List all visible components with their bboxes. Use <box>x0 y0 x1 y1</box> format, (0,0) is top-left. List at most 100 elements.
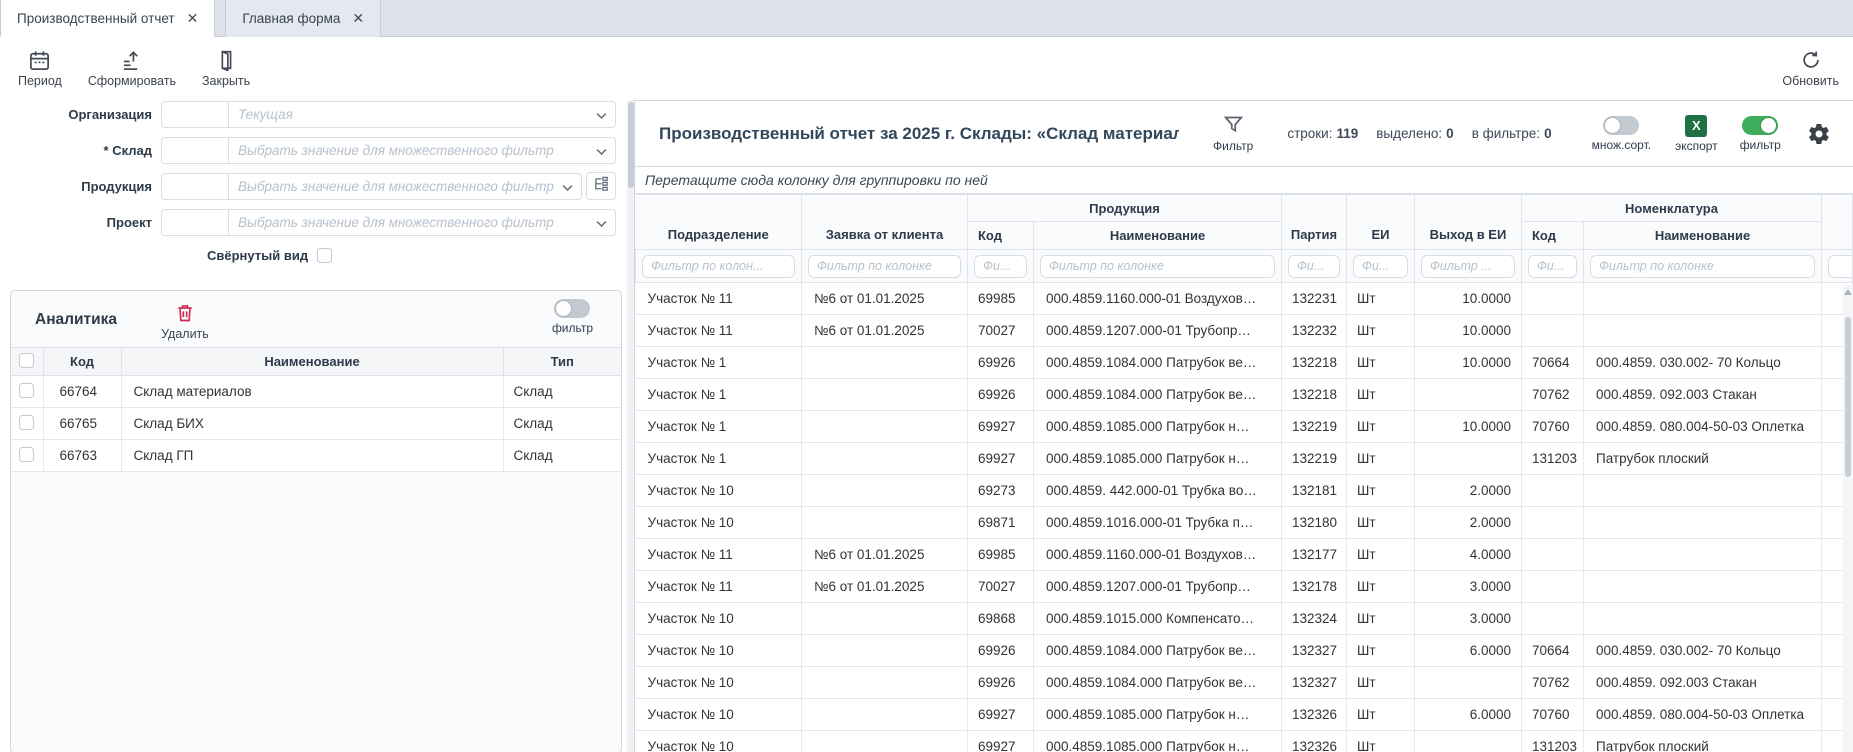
cell[interactable]: Участок № 10 <box>636 635 802 667</box>
cell[interactable]: 132219 <box>1282 411 1347 443</box>
cell[interactable]: Участок № 1 <box>636 443 802 475</box>
warehouse-input[interactable] <box>229 138 615 163</box>
table-row[interactable]: Участок № 1069868000.4859.1015.000 Компе… <box>636 603 1853 635</box>
cell[interactable]: Патрубок плоский <box>1584 731 1822 752</box>
cell[interactable]: 69926 <box>968 635 1034 667</box>
chevron-down-icon[interactable] <box>560 180 575 195</box>
cell[interactable]: 132219 <box>1282 443 1347 475</box>
cell[interactable]: Шт <box>1347 603 1415 635</box>
cell[interactable]: 000.4859. 092.003 Стакан <box>1584 667 1822 699</box>
analytics-col-code[interactable]: Код <box>43 348 121 376</box>
col-product-code[interactable]: Код <box>968 222 1034 250</box>
cell[interactable] <box>802 379 968 411</box>
cell[interactable]: 6.0000 <box>1415 635 1522 667</box>
cell[interactable]: Склад материалов <box>121 376 503 408</box>
col-product-name[interactable]: Наименование <box>1034 222 1282 250</box>
cell[interactable]: 3.0000 <box>1415 571 1522 603</box>
export-button[interactable]: X экспорт <box>1675 115 1718 153</box>
cell[interactable]: 000.4859.1016.000-01 Трубка п… <box>1034 507 1282 539</box>
cell[interactable] <box>1522 603 1584 635</box>
cell[interactable] <box>1584 283 1822 315</box>
cell[interactable]: Шт <box>1347 571 1415 603</box>
project-input[interactable] <box>229 210 615 235</box>
cell[interactable]: 69927 <box>968 699 1034 731</box>
cell[interactable]: 132324 <box>1282 603 1347 635</box>
multisort-toggle[interactable] <box>1603 116 1639 135</box>
filter-input-unit[interactable] <box>1353 255 1408 278</box>
close-icon[interactable]: ✕ <box>187 10 199 27</box>
col-client-request[interactable]: Заявка от клиента <box>802 195 968 250</box>
analytics-col-name[interactable]: Наименование <box>121 348 503 376</box>
table-row[interactable]: Участок № 169926000.4859.1084.000 Патруб… <box>636 347 1853 379</box>
cell[interactable]: Участок № 11 <box>636 283 802 315</box>
cell[interactable]: Склад <box>503 408 621 440</box>
cell[interactable]: 000.4859.1084.000 Патрубок ве… <box>1034 379 1282 411</box>
cell[interactable]: 70027 <box>968 315 1034 347</box>
cell[interactable] <box>1415 443 1522 475</box>
cell[interactable]: 70762 <box>1522 379 1584 411</box>
cell[interactable]: Шт <box>1347 443 1415 475</box>
col-nomenclature-name[interactable]: Наименование <box>1584 222 1822 250</box>
cell[interactable]: 66765 <box>43 408 121 440</box>
warehouse-combobox[interactable] <box>229 137 616 164</box>
tab-production-report[interactable]: Производственный отчет ✕ <box>0 0 215 37</box>
cell[interactable]: 70664 <box>1522 347 1584 379</box>
cell[interactable]: 000.4859.1085.000 Патрубок н… <box>1034 411 1282 443</box>
cell[interactable]: Участок № 11 <box>636 315 802 347</box>
generate-button[interactable]: Сформировать <box>88 48 176 88</box>
cell[interactable] <box>802 667 968 699</box>
col-output[interactable]: Выход в ЕИ <box>1415 195 1522 250</box>
period-button[interactable]: Период <box>18 48 62 88</box>
cell[interactable]: 131203 <box>1522 443 1584 475</box>
cell[interactable]: №6 от 01.01.2025 <box>802 283 968 315</box>
col-batch[interactable]: Партия <box>1282 195 1347 250</box>
cell[interactable]: 132326 <box>1282 699 1347 731</box>
table-row[interactable]: Участок № 1069273000.4859. 442.000-01 Тр… <box>636 475 1853 507</box>
table-row[interactable]: Участок № 11№6 от 01.01.202569985000.485… <box>636 539 1853 571</box>
cell[interactable]: 69985 <box>968 539 1034 571</box>
analytics-row[interactable]: 66765Склад БИХСклад <box>11 408 621 440</box>
cell[interactable]: 69926 <box>968 667 1034 699</box>
organization-combobox[interactable] <box>229 101 616 128</box>
refresh-button[interactable]: Обновить <box>1782 48 1839 88</box>
cell[interactable]: 70664 <box>1522 635 1584 667</box>
row-checkbox[interactable] <box>19 383 34 398</box>
cell[interactable]: Шт <box>1347 475 1415 507</box>
table-row[interactable]: Участок № 169927000.4859.1085.000 Патруб… <box>636 443 1853 475</box>
cell[interactable]: 70760 <box>1522 699 1584 731</box>
cell[interactable]: 000.4859.1207.000-01 Трубопр… <box>1034 315 1282 347</box>
cell[interactable]: 69871 <box>968 507 1034 539</box>
filter-input-batch[interactable] <box>1288 255 1340 278</box>
collapsed-view-checkbox[interactable] <box>317 248 332 263</box>
cell[interactable]: Участок № 11 <box>636 539 802 571</box>
cell[interactable]: 132327 <box>1282 667 1347 699</box>
analytics-row[interactable]: 66763Склад ГПСклад <box>11 440 621 472</box>
table-row[interactable]: Участок № 1069926000.4859.1084.000 Патру… <box>636 667 1853 699</box>
cell[interactable] <box>1522 315 1584 347</box>
cell[interactable] <box>802 443 968 475</box>
cell[interactable]: 69927 <box>968 731 1034 752</box>
cell[interactable]: 131203 <box>1522 731 1584 752</box>
cell[interactable]: Шт <box>1347 315 1415 347</box>
cell[interactable]: 132326 <box>1282 731 1347 752</box>
cell[interactable]: 132218 <box>1282 347 1347 379</box>
cell[interactable] <box>802 507 968 539</box>
filter-input-output[interactable] <box>1421 255 1515 278</box>
cell[interactable] <box>802 411 968 443</box>
cell[interactable]: Участок № 10 <box>636 475 802 507</box>
scroll-up-icon[interactable] <box>1844 289 1852 295</box>
cell[interactable]: Шт <box>1347 635 1415 667</box>
cell[interactable]: 000.4859. 030.002- 70 Кольцо <box>1584 347 1822 379</box>
table-row[interactable]: Участок № 1069927000.4859.1085.000 Патру… <box>636 731 1853 752</box>
cell[interactable]: 69273 <box>968 475 1034 507</box>
filter-toggle[interactable] <box>1742 116 1778 135</box>
filter-input-nomenclature-name[interactable] <box>1590 255 1815 278</box>
products-input[interactable] <box>229 174 581 199</box>
cell[interactable] <box>802 347 968 379</box>
filter-toggle[interactable] <box>554 299 590 318</box>
cell[interactable] <box>802 699 968 731</box>
cell[interactable] <box>1415 379 1522 411</box>
cell[interactable]: 132327 <box>1282 635 1347 667</box>
cell[interactable]: 000.4859. 030.002- 70 Кольцо <box>1584 635 1822 667</box>
cell[interactable]: Участок № 10 <box>636 699 802 731</box>
